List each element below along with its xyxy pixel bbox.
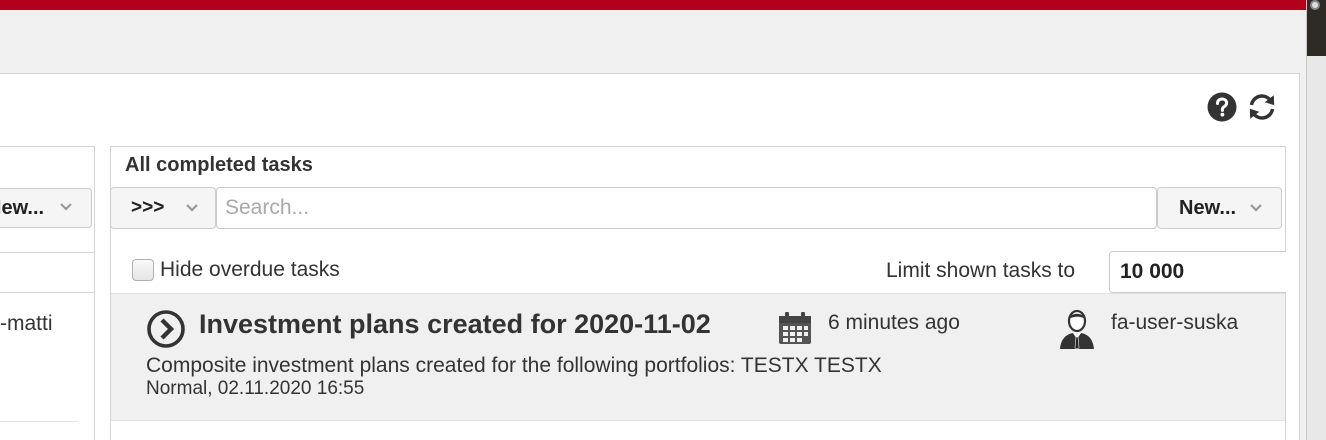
help-icon[interactable] [1207,92,1237,122]
panel-title: All completed tasks [125,154,313,176]
filter-button-label: >>> [131,197,165,218]
task-description: Composite investment plans created for t… [146,354,882,377]
panel-toolbar [1207,92,1277,122]
task-user: fa-user-suska [1111,311,1239,334]
limit-label: Limit shown tasks to [886,259,1076,282]
hide-overdue-checkbox[interactable] [132,259,154,281]
window-handle-icon [1310,0,1320,10]
limit-input[interactable] [1109,251,1286,293]
task-time: 6 minutes ago [828,311,960,334]
refresh-icon[interactable] [1247,92,1277,122]
calendar-icon [779,312,811,344]
filter-dropdown-button[interactable]: >>> [110,187,216,229]
left-new-button[interactable]: New... [0,188,92,228]
divider [0,421,78,422]
chevron-down-icon [60,203,72,211]
task-meta: Normal, 02.11.2020 16:55 [146,378,365,399]
chevron-down-icon [186,204,198,212]
chevron-down-icon [1250,204,1262,212]
divider [0,252,94,253]
task-title[interactable]: Investment plans created for 2020-11-02 [199,309,711,340]
window-edge [1306,0,1326,440]
hide-overdue-toggle[interactable]: Hide overdue tasks [132,258,340,282]
hide-overdue-label: Hide overdue tasks [160,258,340,281]
search-input[interactable] [216,187,1157,229]
top-accent-bar [0,0,1310,10]
left-new-button-label: New... [0,197,45,219]
divider [0,292,94,293]
new-button-label: New... [1179,197,1237,219]
left-list-item[interactable]: -matti [0,312,53,336]
user-avatar-icon [1060,309,1094,350]
chevron-right-circle-icon[interactable] [146,309,186,349]
new-task-button[interactable]: New... [1157,187,1282,229]
